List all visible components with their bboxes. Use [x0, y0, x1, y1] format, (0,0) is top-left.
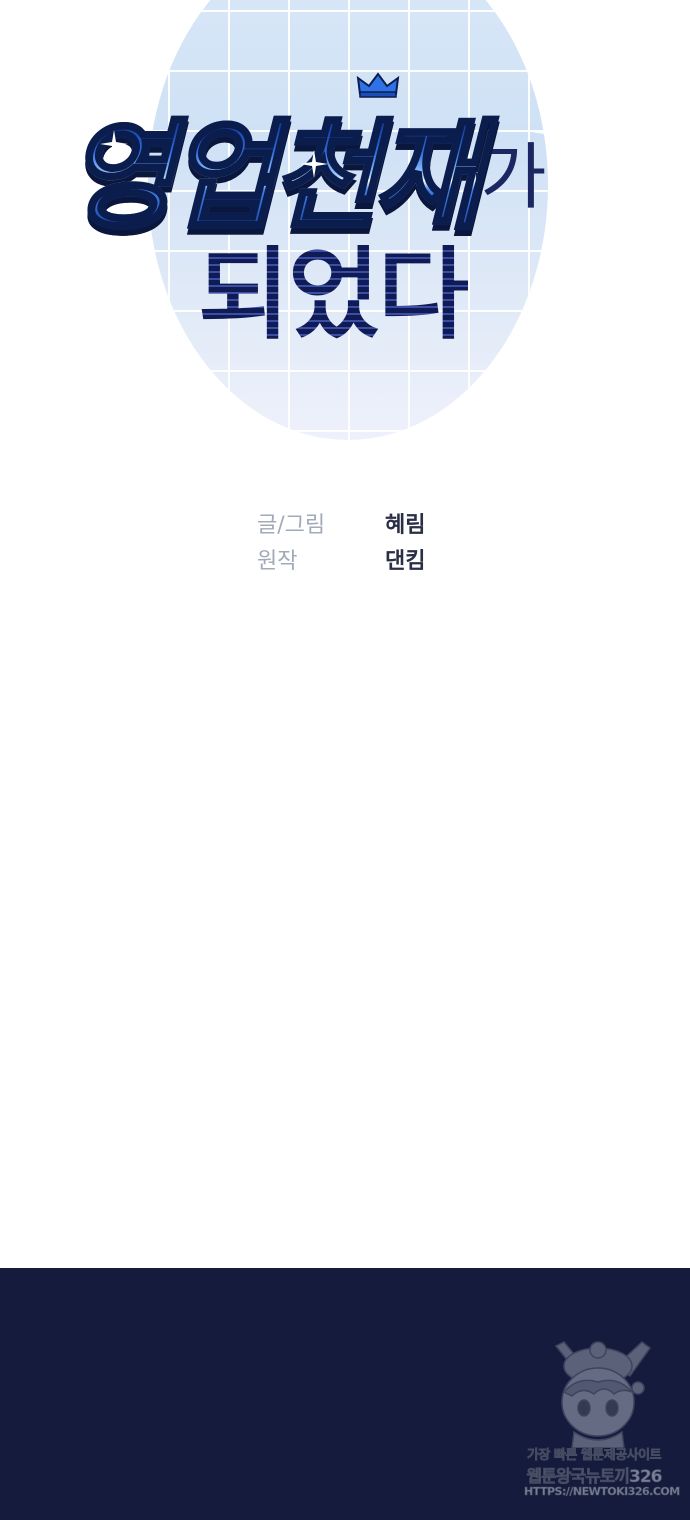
rabbit-mascot-icon	[554, 1341, 652, 1448]
sparkle-icon	[100, 130, 128, 158]
title-logo-area: 영업천재 가 되었다	[0, 0, 690, 450]
watermark-site-name: 웹툰왕국뉴토끼326	[526, 1467, 663, 1488]
sparkle-icon	[300, 150, 328, 178]
title-line-2: 되었다	[198, 236, 470, 353]
credit-row: 글/그림 혜림	[257, 505, 477, 541]
credit-row: 원작 댄킴	[257, 541, 477, 577]
sparkle-icon	[532, 118, 560, 146]
credits-block: 글/그림 혜림 원작 댄킴	[257, 505, 477, 577]
site-watermark: 가장 빠른 웹툰제공사이트 웹툰왕국뉴토끼326 HTTPS://NEWTOKI…	[524, 1336, 681, 1506]
watermark-url: HTTPS://NEWTOKI326.COM	[524, 1485, 681, 1499]
credit-name: 혜림	[385, 513, 426, 538]
watermark-tagline: 가장 빠른 웹툰제공사이트	[526, 1448, 662, 1464]
credit-name: 댄킴	[385, 549, 426, 574]
title-suffix-text: 가	[480, 135, 547, 219]
credit-role: 글/그림	[257, 513, 326, 538]
credit-role: 원작	[257, 549, 298, 574]
title-line-2-text: 되었다	[198, 236, 470, 353]
